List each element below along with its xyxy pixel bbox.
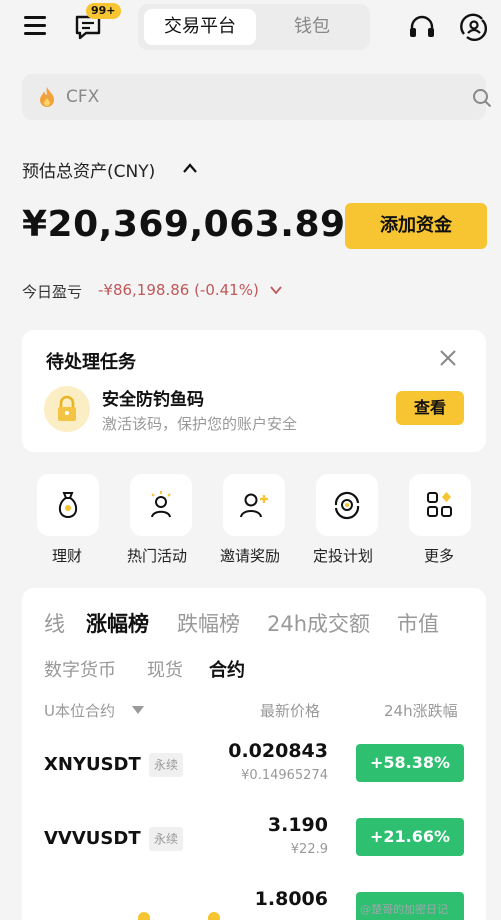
view-task-button[interactable]: 查看: [396, 391, 464, 425]
row-symbol: XNYUSDT: [44, 754, 141, 775]
subtab-futures[interactable]: 合约: [209, 656, 245, 682]
tab-wallet[interactable]: 钱包: [258, 9, 366, 45]
task-item-title: 安全防钓鱼码: [102, 390, 204, 410]
row-price-cny: ¥22.9: [290, 842, 328, 857]
total-assets-amount: ¥20,369,063.89: [22, 204, 346, 245]
lock-icon: [44, 386, 90, 432]
top-bar: 99+ 交易平台 钱包: [0, 0, 501, 56]
subtab-crypto[interactable]: 数字货币: [44, 656, 116, 682]
task-item-description: 激活该码，保护您的账户安全: [102, 415, 298, 433]
market-row[interactable]: VVVUSDT 永续 3.190 ¥22.9 +21.66%: [22, 808, 486, 878]
quick-action-more[interactable]: 更多: [409, 474, 473, 565]
fire-icon: [40, 87, 54, 107]
subtab-spot[interactable]: 现货: [147, 656, 183, 682]
pending-tasks-title: 待处理任务: [46, 352, 136, 373]
quick-action-label: 定投计划: [313, 547, 374, 565]
quick-action-recurring[interactable]: 定投计划: [313, 474, 380, 565]
quick-action-label: 更多: [424, 547, 455, 565]
tab-exchange[interactable]: 交易平台: [144, 9, 256, 45]
search-bar[interactable]: CFX: [22, 74, 492, 120]
total-assets-label[interactable]: 预估总资产(CNY): [22, 157, 155, 182]
today-pnl-value[interactable]: -¥86,198.86 (-0.41%): [98, 281, 259, 299]
today-pnl-label: 今日盈亏: [22, 283, 83, 301]
invite-user-icon: [240, 493, 268, 518]
pending-tasks-card: 待处理任务 安全防钓鱼码 激活该码，保护您的账户安全 查看: [22, 330, 486, 452]
column-contract-type[interactable]: U本位合约: [44, 700, 115, 721]
column-last-price: 最新价格: [260, 702, 321, 720]
quick-action-hot-events[interactable]: 热门活动: [127, 474, 194, 565]
chevron-down-icon[interactable]: [270, 285, 282, 295]
column-24h-change: 24h涨跌幅: [384, 702, 458, 720]
quick-action-label: 热门活动: [127, 547, 188, 565]
perpetual-tag: 永续: [149, 827, 184, 851]
quick-action-invite[interactable]: 邀请奖励: [220, 474, 287, 565]
more-grid-icon: [427, 492, 452, 517]
quick-action-earn[interactable]: 理财: [37, 474, 101, 565]
add-funds-button[interactable]: 添加资金: [345, 203, 487, 249]
row-price: 0.020843: [228, 740, 328, 762]
row-change[interactable]: +58.38%: [356, 744, 464, 782]
perpetual-tag: 永续: [149, 753, 184, 777]
quick-action-label: 邀请奖励: [220, 547, 281, 565]
hot-activity-icon: [151, 491, 171, 518]
money-bag-icon: [58, 492, 78, 519]
platform-switcher: 交易平台 钱包: [138, 4, 370, 50]
headset-icon[interactable]: [408, 14, 436, 40]
row-price: 1.8006: [254, 888, 328, 910]
tab-market-0[interactable]: 线: [44, 608, 65, 638]
row-price: 3.190: [267, 814, 328, 836]
caret-down-icon[interactable]: [132, 706, 144, 714]
close-icon[interactable]: [440, 350, 456, 366]
recurring-plan-icon: [334, 491, 360, 520]
search-icon[interactable]: [472, 88, 492, 108]
market-row[interactable]: XNYUSDT 永续 0.020843 ¥0.14965274 +58.38%: [22, 734, 486, 804]
tab-market-cap[interactable]: 市值: [397, 608, 439, 638]
tab-24h-volume[interactable]: 24h成交额: [267, 608, 370, 638]
quick-action-label: 理财: [52, 547, 83, 565]
row-symbol: VVVUSDT: [44, 828, 141, 849]
market-panel: 线 涨幅榜 跌幅榜 24h成交额 市值 数字货币 现货 合约 U本位合约 最新价…: [22, 588, 486, 920]
bottom-nav-highlight: [138, 912, 150, 920]
notification-badge: 99+: [86, 3, 121, 19]
row-price-cny: ¥0.14965274: [241, 768, 328, 783]
bottom-nav-highlight: [208, 912, 220, 920]
watermark: @楚哥的加密日记: [360, 903, 448, 916]
chevron-up-icon[interactable]: [183, 162, 197, 174]
search-input[interactable]: CFX: [66, 74, 99, 120]
menu-icon[interactable]: [24, 16, 46, 36]
profile-switch-icon[interactable]: [458, 12, 488, 42]
tab-top-losers[interactable]: 跌幅榜: [177, 608, 240, 638]
tab-top-gainers[interactable]: 涨幅榜: [86, 608, 149, 638]
row-change[interactable]: +21.66%: [356, 818, 464, 856]
